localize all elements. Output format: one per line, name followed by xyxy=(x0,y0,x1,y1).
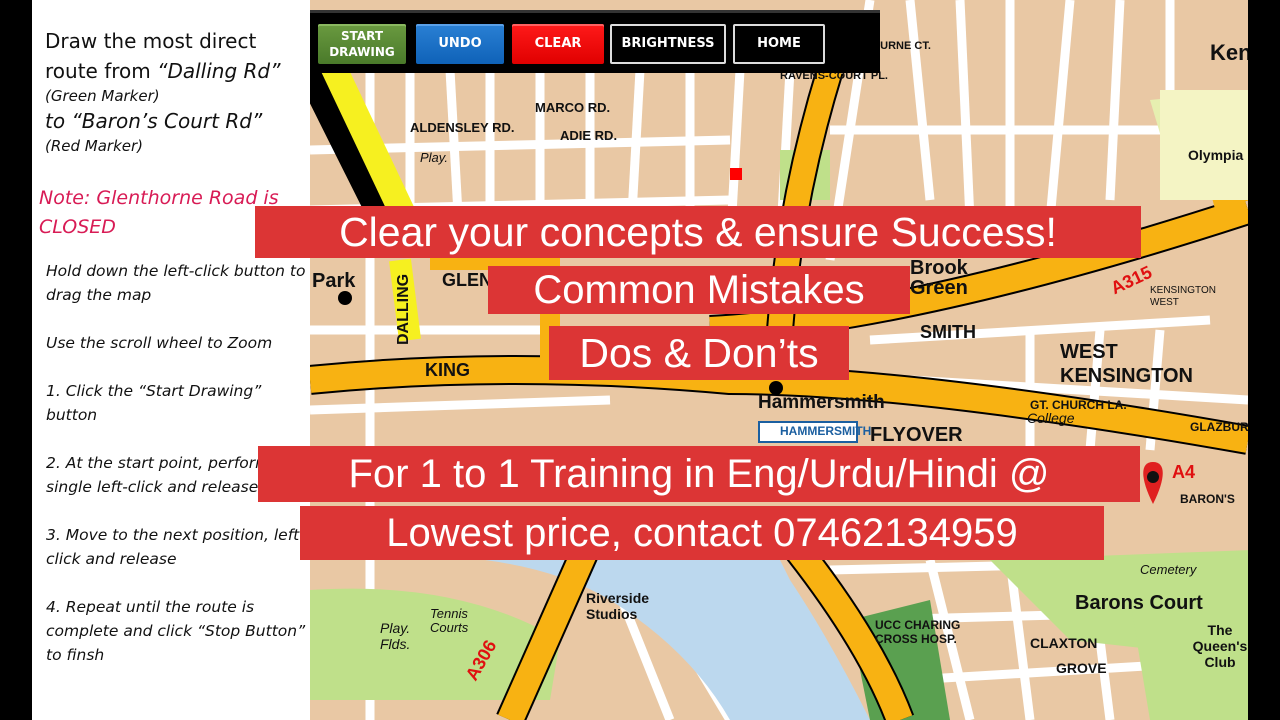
start-marker-dot xyxy=(338,291,352,305)
start-drawing-button[interactable]: START DRAWING xyxy=(318,24,406,64)
map-road-a4: A4 xyxy=(1172,462,1196,482)
title-line: to xyxy=(45,109,72,133)
map-label-college: College xyxy=(1027,410,1075,426)
map-road-smith: SMITH xyxy=(920,322,976,342)
title-line: Draw the most direct xyxy=(45,29,257,53)
map-road-grove: GROVE xyxy=(1056,660,1107,676)
instruction-step: Use the scroll wheel to Zoom xyxy=(46,334,273,352)
instruction-step: 4. Repeat until the route is complete an… xyxy=(46,598,306,664)
hammersmith-sign-text: HAMMERSMITH xyxy=(780,424,872,438)
map-label-barons-court: Barons Court xyxy=(1075,592,1203,614)
right-letterbox xyxy=(1248,0,1280,720)
promo-banner-contact: Lowest price, contact 07462134959 xyxy=(300,506,1104,560)
instruction-step: 1. Click the “Start Drawing” button xyxy=(46,382,262,424)
map-label-flyover: FLYOVER xyxy=(870,424,963,446)
map-label-park: Park xyxy=(312,270,356,292)
map-road-gwendw: GLAZBURY RD. xyxy=(1190,420,1248,434)
map-label-playing-fields: Play. Flds. xyxy=(380,620,411,652)
undo-button[interactable]: UNDO xyxy=(416,24,504,64)
left-letterbox xyxy=(0,0,32,720)
map-label-brook-green: Brook Green xyxy=(910,257,968,299)
clear-button[interactable]: CLEAR xyxy=(512,24,604,64)
title-line: route from xyxy=(45,59,158,83)
end-location: “Baron’s Court Rd” xyxy=(71,109,263,133)
brightness-button[interactable]: BRIGHTNESS xyxy=(610,24,726,64)
drawing-toolbar: START DRAWING UNDO CLEAR BRIGHTNESS HOME xyxy=(310,10,880,73)
instruction-step: 3. Move to the next position, left-click… xyxy=(46,526,305,568)
map-label-hammersmith: Hammersmith xyxy=(758,392,885,413)
map-road-aldensley: ALDENSLEY RD. xyxy=(410,120,515,135)
map-road-marco: MARCO RD. xyxy=(535,100,611,115)
map-road-king: KING xyxy=(425,360,470,380)
map-label-play-fld: Play. xyxy=(420,150,448,165)
map-label-olympia: Olympia xyxy=(1188,147,1244,163)
map-label-kensington-west: KENSINGTON WEST xyxy=(1150,285,1216,308)
promo-banner-headline: Clear your concepts & ensure Success! xyxy=(255,206,1141,258)
map-label-queens-club: The Queen's Club xyxy=(1192,622,1248,670)
promo-banner-dos-donts: Dos & Don’ts xyxy=(549,326,849,380)
task-title: Draw the most direct route from “Dalling… xyxy=(45,26,315,156)
map-label-charing-cross-hospital: UCC CHARING CROSS HOSP. xyxy=(875,618,961,646)
map-label-kensington-olympia: Kensington Olympia xyxy=(1210,40,1248,65)
instruction-step: Hold down the left-click button to drag … xyxy=(46,262,306,304)
start-marker-note: (Green Marker) xyxy=(45,87,160,105)
promo-banner-mistakes: Common Mistakes xyxy=(488,266,910,314)
end-marker-note: (Red Marker) xyxy=(45,137,144,155)
map-road-adie: ADIE RD. xyxy=(560,128,618,143)
map-road-dalling: DALLING xyxy=(395,273,412,345)
instructions-panel: Draw the most direct route from “Dalling… xyxy=(32,0,310,720)
start-location: “Dalling Rd” xyxy=(157,59,281,83)
promo-banner-training: For 1 to 1 Training in Eng/Urdu/Hindi @ xyxy=(258,446,1140,502)
map-label-cemetery: Cemetery xyxy=(1140,562,1197,577)
map-label-tennis-courts: Tennis Courts xyxy=(430,606,469,635)
map-road-barons: BARON'S xyxy=(1180,492,1235,506)
red-square-marker xyxy=(730,168,742,180)
map-label-west-kensington: WEST KENSINGTON xyxy=(1060,341,1193,387)
home-button[interactable]: HOME xyxy=(733,24,825,64)
map-road-gt-church-la: GT. CHURCH LA. xyxy=(1030,398,1127,412)
map-label-riverside-studios: Riverside Studios xyxy=(586,590,650,622)
olympia-block xyxy=(1160,90,1248,200)
map-road-claxton: CLAXTON xyxy=(1030,635,1098,651)
